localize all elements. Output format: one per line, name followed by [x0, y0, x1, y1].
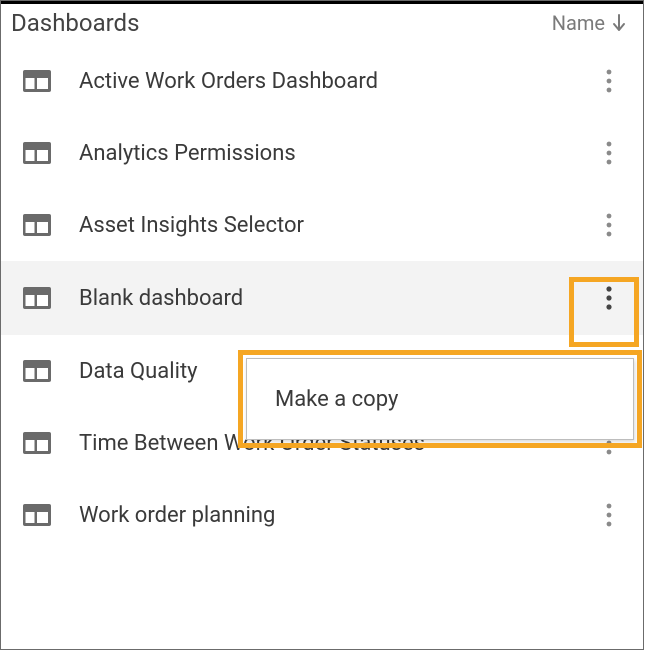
- more-vertical-icon: [606, 141, 612, 165]
- more-vertical-icon: [606, 213, 612, 237]
- list-item[interactable]: Analytics Permissions: [1, 117, 643, 189]
- list-item-label: Active Work Orders Dashboard: [79, 69, 567, 94]
- more-actions-button[interactable]: [595, 280, 623, 316]
- dashboard-icon: [23, 360, 51, 382]
- panel-header: Dashboards Name: [1, 1, 643, 45]
- arrow-down-icon: [611, 14, 627, 32]
- list-item-label: Blank dashboard: [79, 286, 567, 311]
- dashboard-list: Active Work Orders Dashboard Analytics P…: [1, 45, 643, 551]
- dashboard-icon: [23, 504, 51, 526]
- list-item-label: Analytics Permissions: [79, 141, 567, 166]
- more-actions-button[interactable]: [595, 63, 623, 99]
- list-item[interactable]: Asset Insights Selector: [1, 189, 643, 261]
- panel-title: Dashboards: [11, 9, 139, 37]
- dashboards-panel: Dashboards Name Active Work Orders Dashb…: [0, 0, 644, 650]
- dashboard-icon: [23, 214, 51, 236]
- dashboard-icon: [23, 142, 51, 164]
- more-actions-button[interactable]: [595, 497, 623, 533]
- more-vertical-icon: [606, 503, 612, 527]
- sort-control[interactable]: Name: [552, 11, 627, 35]
- dashboard-icon: [23, 432, 51, 454]
- menu-item-make-a-copy[interactable]: Make a copy: [275, 387, 398, 412]
- list-item[interactable]: Work order planning: [1, 479, 643, 551]
- sort-label: Name: [552, 11, 605, 35]
- more-vertical-icon: [606, 69, 612, 93]
- dashboard-icon: [23, 287, 51, 309]
- list-item[interactable]: Active Work Orders Dashboard: [1, 45, 643, 117]
- dashboard-icon: [23, 70, 51, 92]
- more-actions-button[interactable]: [595, 207, 623, 243]
- more-actions-button[interactable]: [595, 135, 623, 171]
- context-menu: Make a copy: [246, 358, 634, 440]
- list-item-label: Work order planning: [79, 503, 567, 528]
- list-item[interactable]: Blank dashboard: [1, 261, 643, 335]
- list-item-label: Asset Insights Selector: [79, 213, 567, 238]
- more-vertical-icon: [606, 286, 612, 310]
